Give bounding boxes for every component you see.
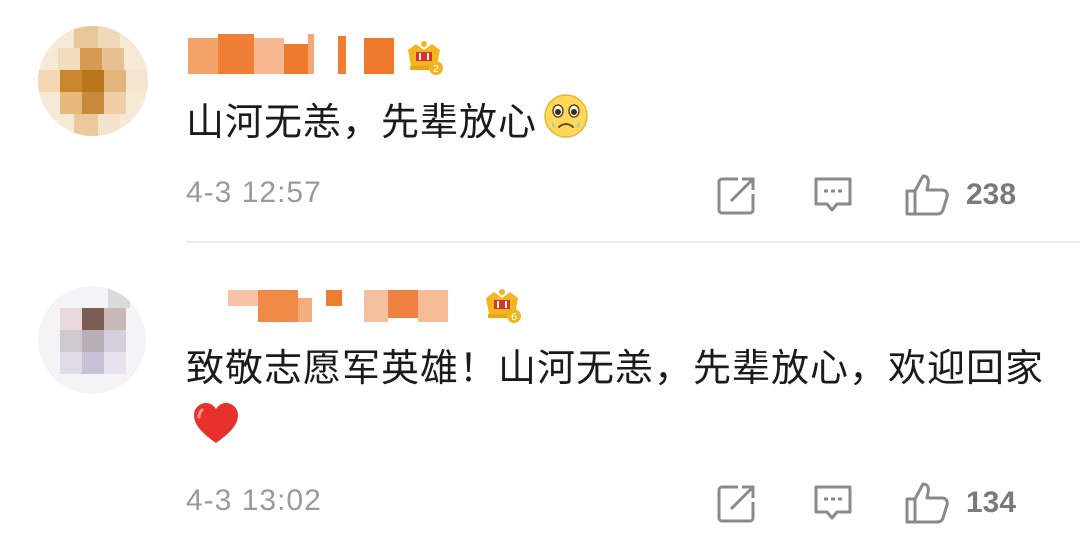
comment-body: 山河无恙，先辈放心 [186, 100, 538, 144]
repost-button[interactable] [716, 482, 758, 524]
red-heart-emoji [192, 401, 240, 463]
comment-icon [812, 482, 854, 524]
comment-button[interactable] [812, 174, 854, 216]
share-icon [716, 482, 758, 524]
repost-button[interactable] [716, 174, 758, 216]
comment-icon [812, 174, 854, 216]
like-count: 238 [966, 178, 1017, 211]
timestamp: 4-3 13:02 [186, 484, 322, 517]
like-button[interactable]: 238 [904, 174, 1016, 216]
action-bar: 238 [716, 170, 1046, 220]
timestamp: 4-3 12:57 [186, 176, 322, 209]
like-count: 134 [966, 486, 1017, 519]
comment-meta: 4-3 12:57 238 [186, 170, 1046, 220]
thumbs-up-icon [904, 480, 950, 526]
avatar[interactable] [38, 26, 148, 136]
comment-body: 致敬志愿军英雄！山河无恙，先辈放心，欢迎回家 [186, 346, 1045, 390]
comment-item: 6 致敬志愿军英雄！山河无恙，先辈放心，欢迎回家 4-3 13:02 134 [0, 242, 1080, 547]
like-button[interactable]: 134 [904, 482, 1016, 524]
tearful-face-emoji [543, 93, 589, 157]
action-bar: 134 [716, 478, 1046, 528]
comment-text: 致敬志愿军英雄！山河无恙，先辈放心，欢迎回家 [186, 338, 1046, 463]
username-mosaic[interactable] [228, 282, 468, 326]
svg-text:6: 6 [511, 312, 517, 323]
share-icon [716, 174, 758, 216]
crown-badge-icon: 2 [404, 36, 444, 76]
comment-button[interactable] [812, 482, 854, 524]
avatar[interactable] [38, 286, 146, 394]
crown-badge-icon: 6 [482, 284, 522, 324]
comment-item: 2 山河无恙，先辈放心 4-3 12:57 238 [0, 0, 1080, 240]
comment-meta: 4-3 13:02 134 [186, 478, 1046, 528]
comment-text: 山河无恙，先辈放心 [186, 92, 1046, 157]
svg-text:2: 2 [433, 64, 439, 75]
username-mosaic[interactable] [188, 34, 400, 78]
thumbs-up-icon [904, 172, 950, 218]
